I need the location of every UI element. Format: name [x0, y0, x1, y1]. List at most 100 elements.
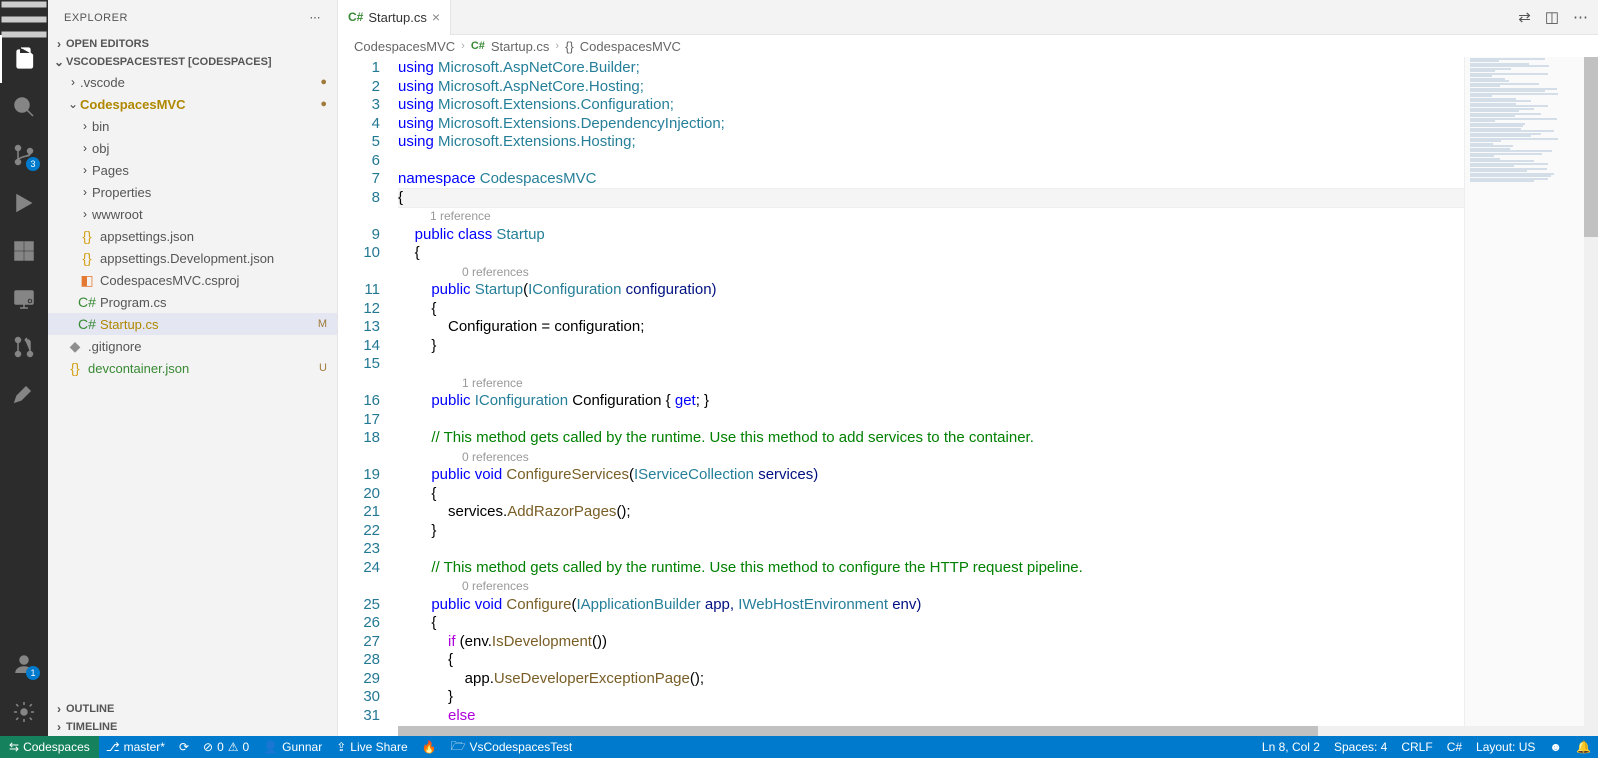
file-devcontainer[interactable]: {}devcontainer.jsonU [48, 357, 337, 379]
activity-source-control[interactable]: 3 [0, 131, 48, 179]
status-flame[interactable]: 🔥 [415, 736, 444, 758]
codelens[interactable]: 0 references [398, 263, 1464, 282]
workspace-label: VSCODESPACESTEST [CODESPACES] [66, 56, 272, 68]
horizontal-scrollbar[interactable] [398, 726, 1598, 736]
file-appsettings[interactable]: {}appsettings.json [48, 225, 337, 247]
codelens[interactable]: 0 references [398, 577, 1464, 596]
untracked-badge: U [319, 362, 329, 374]
folder-project[interactable]: ⌄CodespacesMVC● [48, 93, 337, 115]
status-folder[interactable]: 🗁VsCodespacesTest [444, 736, 580, 758]
status-problems[interactable]: ⊘0⚠0 [196, 736, 256, 758]
status-layout[interactable]: Layout: US [1469, 736, 1542, 758]
file-startup[interactable]: C#Startup.csM [48, 313, 337, 335]
status-liveshare[interactable]: ⇪Live Share [329, 736, 414, 758]
status-cursor[interactable]: Ln 8, Col 2 [1255, 736, 1327, 758]
file-tree: ›.vscode● ⌄CodespacesMVC● ›bin ›obj ›Pag… [48, 71, 337, 700]
scrollbar-thumb[interactable] [1584, 57, 1598, 237]
bell-icon: 🔔 [1576, 740, 1591, 754]
scm-badge: 3 [26, 157, 40, 171]
chevron-right-icon: › [461, 40, 465, 52]
account-badge: 1 [26, 666, 40, 680]
folder-pages[interactable]: ›Pages [48, 159, 337, 181]
activity-extensions[interactable] [0, 227, 48, 275]
error-icon: ⊘ [203, 740, 213, 754]
compare-changes-icon[interactable]: ⇄ [1518, 8, 1531, 26]
file-appsettings-dev[interactable]: {}appsettings.Development.json [48, 247, 337, 269]
vertical-scrollbar[interactable] [1584, 57, 1598, 726]
open-editors-label: OPEN EDITORS [66, 38, 149, 50]
person-icon: 👤 [263, 740, 278, 754]
activity-account[interactable]: 1 [0, 640, 48, 688]
code-editor[interactable]: 1234567891011121314151617181920212223242… [338, 57, 1598, 726]
open-editors-section[interactable]: ›OPEN EDITORS [48, 35, 337, 53]
csharp-icon: C# [471, 40, 485, 52]
more-actions-icon[interactable]: ⋯ [1573, 8, 1588, 26]
file-program[interactable]: C#Program.cs [48, 291, 337, 313]
breadcrumb-file[interactable]: Startup.cs [491, 39, 550, 54]
activity-feedback[interactable] [0, 371, 48, 419]
file-csproj[interactable]: ◧CodespacesMVC.csproj [48, 269, 337, 291]
status-branch[interactable]: ⎇master* [99, 736, 172, 758]
editor-area: C# Startup.cs × ⇄ ◫ ⋯ CodespacesMVC › C#… [338, 0, 1598, 736]
status-language[interactable]: C# [1440, 736, 1469, 758]
sync-icon: ⟳ [179, 740, 189, 754]
more-icon[interactable]: ⋯ [310, 11, 322, 24]
timeline-label: TIMELINE [66, 721, 117, 733]
feedback-icon: ☻ [1549, 740, 1562, 754]
menu-icon[interactable] [0, 0, 48, 35]
activity-bar: 3 1 [0, 0, 48, 736]
scrollbar-thumb[interactable] [398, 726, 1318, 736]
timeline-section[interactable]: ›TIMELINE [48, 718, 337, 736]
activity-remote-explorer[interactable] [0, 275, 48, 323]
breadcrumb-folder[interactable]: CodespacesMVC [354, 39, 455, 54]
breadcrumbs[interactable]: CodespacesMVC › C# Startup.cs › {} Codes… [338, 35, 1598, 57]
tab-bar: C# Startup.cs × ⇄ ◫ ⋯ [338, 0, 1598, 35]
activity-search[interactable] [0, 83, 48, 131]
status-bar: ⇆Codespaces ⎇master* ⟳ ⊘0⚠0 👤Gunnar ⇪Liv… [0, 736, 1598, 758]
status-user[interactable]: 👤Gunnar [256, 736, 329, 758]
status-feedback[interactable]: ☻ [1542, 736, 1569, 758]
chevron-right-icon: › [555, 40, 559, 52]
namespace-icon: {} [565, 39, 574, 54]
tab-startup[interactable]: C# Startup.cs × [338, 0, 451, 35]
close-icon[interactable]: × [432, 9, 440, 25]
explorer-sidebar: EXPLORER ⋯ ›OPEN EDITORS ⌄VSCODESPACESTE… [48, 0, 338, 736]
status-remote[interactable]: ⇆Codespaces [0, 736, 99, 758]
codelens[interactable]: 1 reference [398, 374, 1464, 393]
branch-icon: ⎇ [106, 740, 120, 754]
activity-settings[interactable] [0, 688, 48, 736]
breadcrumb-symbol[interactable]: CodespacesMVC [580, 39, 681, 54]
explorer-label: EXPLORER [64, 12, 128, 24]
activity-github-pr[interactable] [0, 323, 48, 371]
modified-badge: M [318, 318, 329, 330]
status-notifications[interactable]: 🔔 [1569, 736, 1598, 758]
activity-explorer[interactable] [0, 35, 48, 83]
codelens[interactable]: 1 reference [398, 207, 1464, 226]
folder-icon: 🗁 [451, 737, 466, 758]
code-body[interactable]: using Microsoft.AspNetCore.Builder; usin… [398, 57, 1464, 726]
folder-vscode[interactable]: ›.vscode● [48, 71, 337, 93]
liveshare-icon: ⇪ [336, 740, 346, 754]
warning-icon: ⚠ [228, 740, 239, 754]
workspace-section[interactable]: ⌄VSCODESPACESTEST [CODESPACES] [48, 53, 337, 71]
sidebar-title: EXPLORER ⋯ [48, 0, 337, 35]
file-gitignore[interactable]: ◆.gitignore [48, 335, 337, 357]
status-spaces[interactable]: Spaces: 4 [1327, 736, 1394, 758]
outline-label: OUTLINE [66, 703, 114, 715]
csharp-icon: C# [348, 10, 363, 24]
minimap[interactable] [1464, 57, 1584, 726]
folder-wwwroot[interactable]: ›wwwroot [48, 203, 337, 225]
activity-run-debug[interactable] [0, 179, 48, 227]
remote-icon: ⇆ [9, 740, 19, 754]
flame-icon: 🔥 [422, 740, 437, 754]
folder-properties[interactable]: ›Properties [48, 181, 337, 203]
outline-section[interactable]: ›OUTLINE [48, 700, 337, 718]
status-eol[interactable]: CRLF [1394, 736, 1439, 758]
tab-label: Startup.cs [368, 10, 427, 25]
folder-bin[interactable]: ›bin [48, 115, 337, 137]
folder-obj[interactable]: ›obj [48, 137, 337, 159]
status-sync[interactable]: ⟳ [172, 736, 196, 758]
split-editor-icon[interactable]: ◫ [1545, 8, 1559, 26]
codelens[interactable]: 0 references [398, 448, 1464, 467]
line-number-gutter: 1234567891011121314151617181920212223242… [338, 57, 398, 726]
